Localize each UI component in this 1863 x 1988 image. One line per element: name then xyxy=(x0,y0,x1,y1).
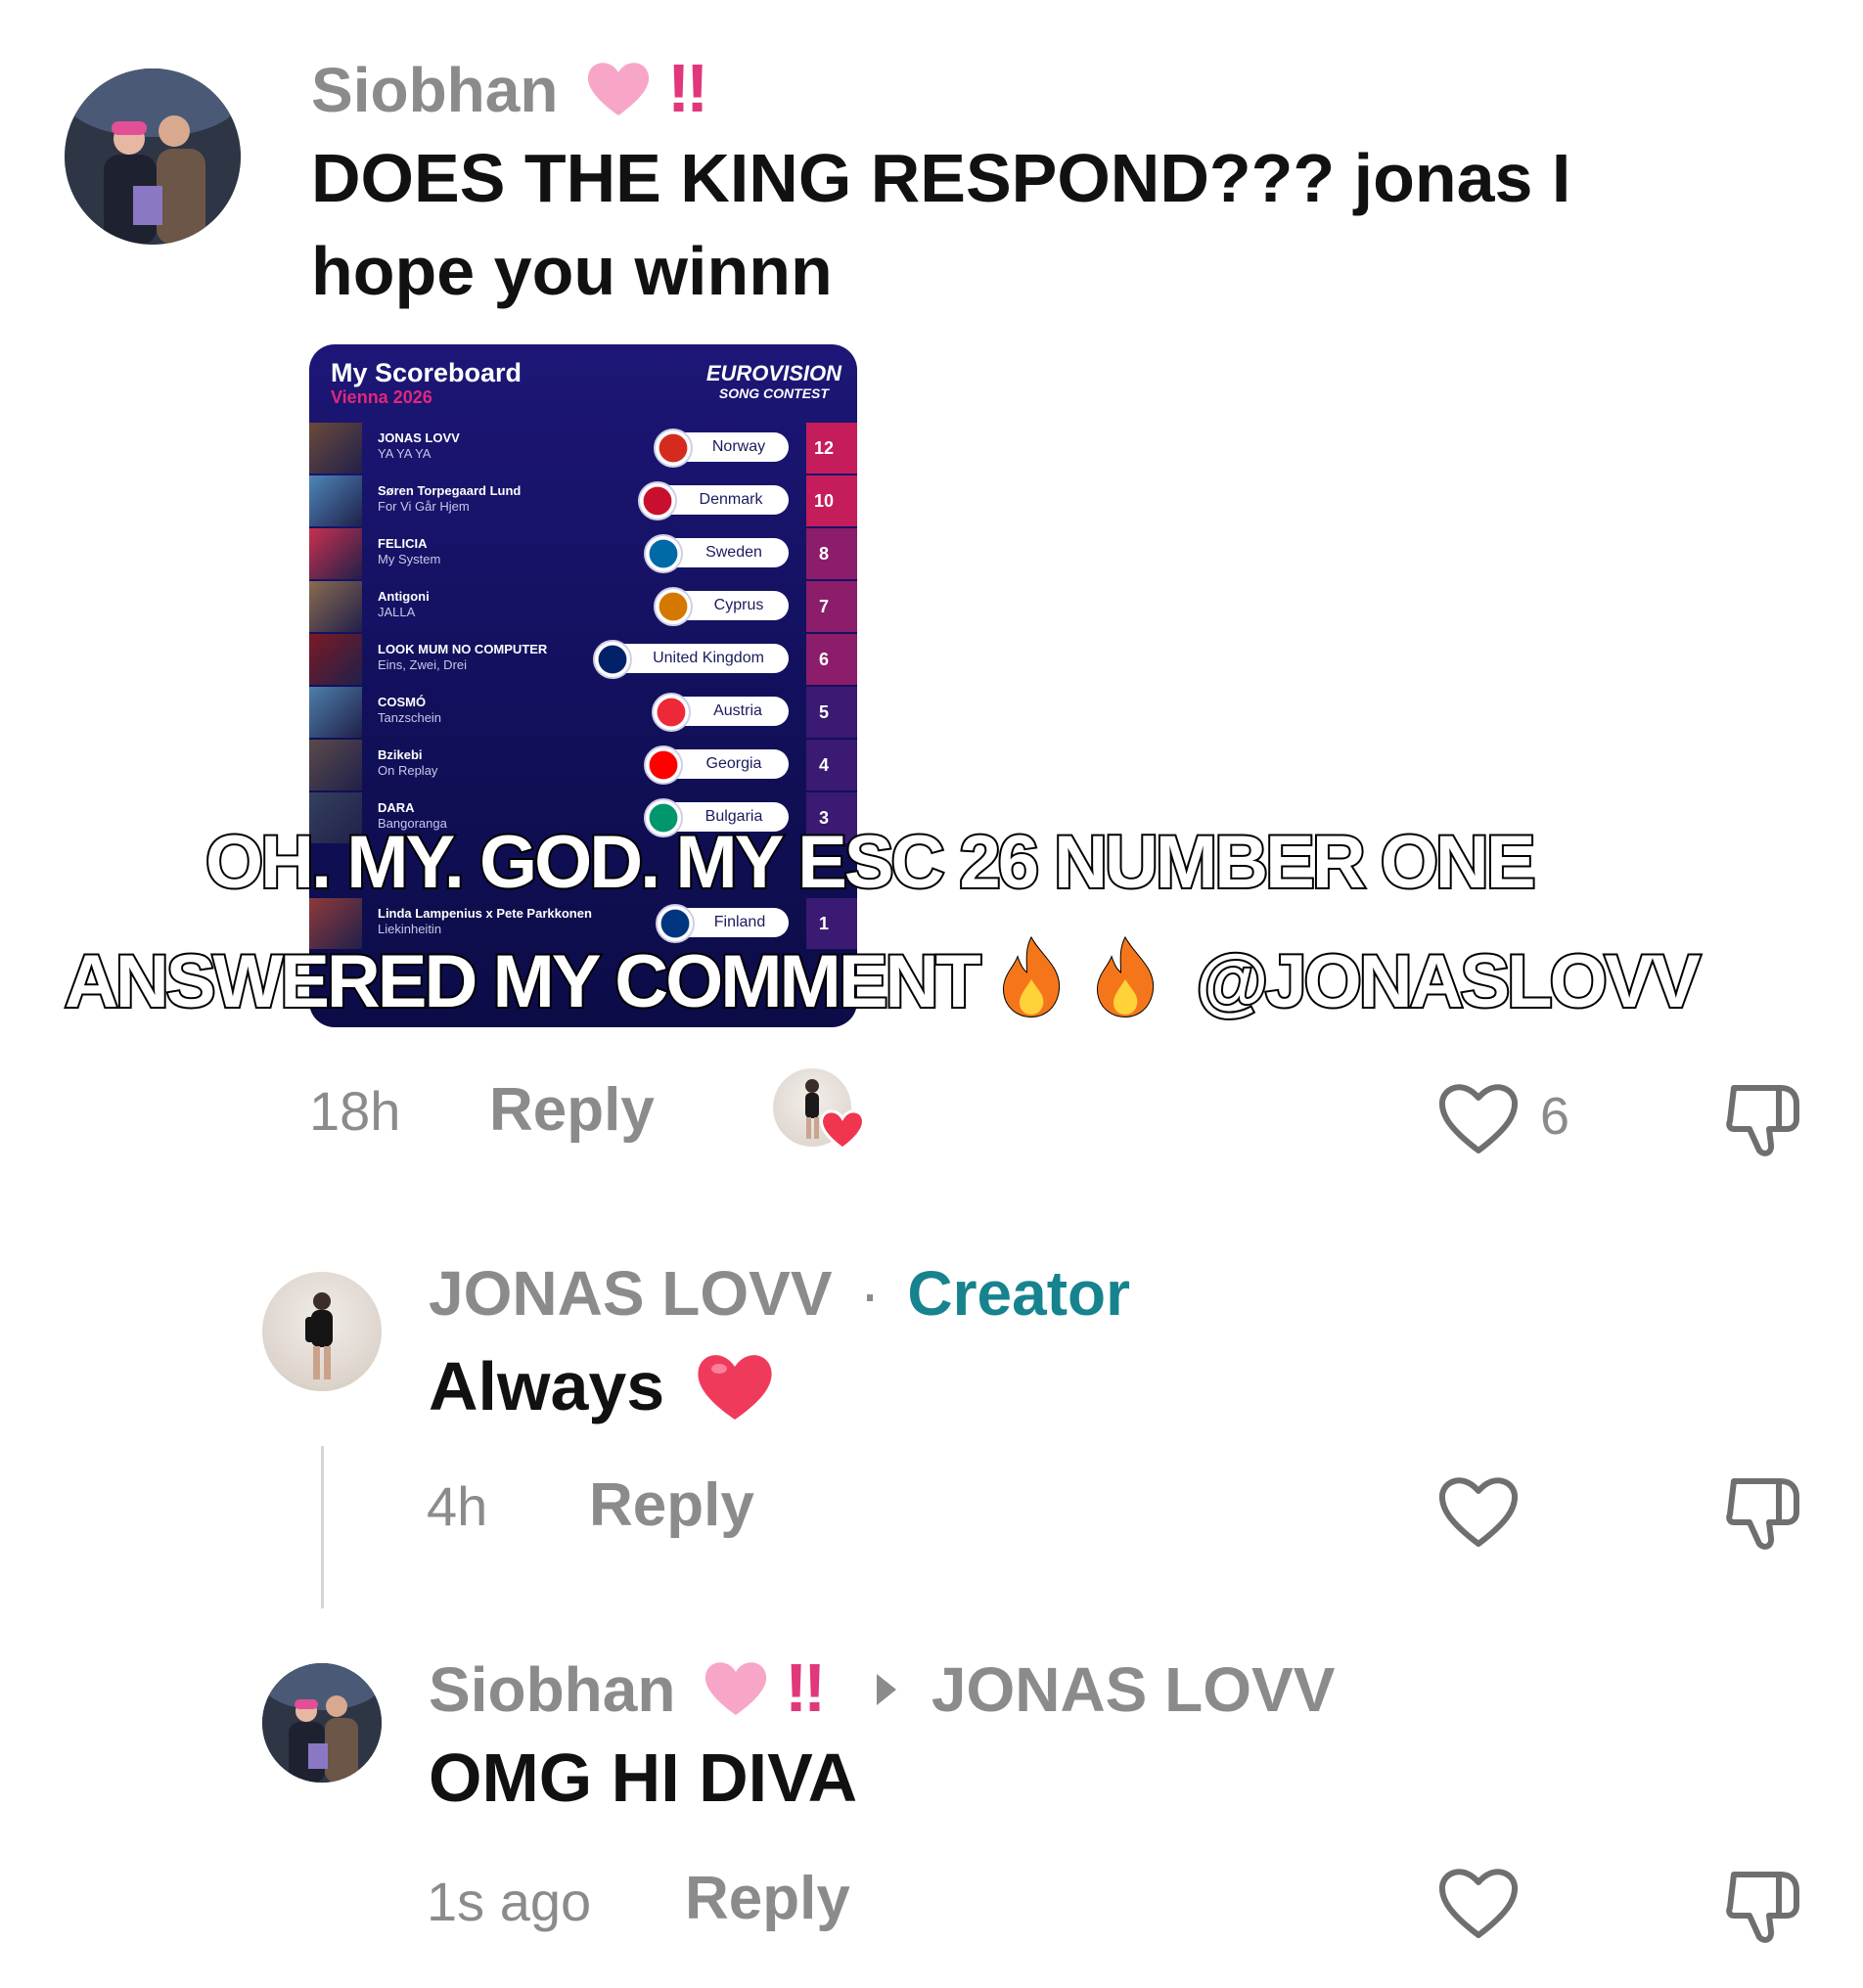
comment-text-content: Always xyxy=(429,1348,665,1424)
artist-photo xyxy=(309,740,362,791)
username-text[interactable]: Siobhan xyxy=(311,55,558,125)
avatar[interactable] xyxy=(262,1663,382,1783)
like-heart-icon[interactable] xyxy=(1436,1078,1521,1156)
comment-text: DOES THE KING RESPOND??? jonas I hope yo… xyxy=(311,140,1571,309)
username-text[interactable]: JONAS LOVV xyxy=(429,1258,833,1329)
points-value: 6 xyxy=(818,650,829,669)
artist-name: LOOK MUM NO COMPUTER xyxy=(378,642,548,656)
reply-to-username[interactable]: JONAS LOVV xyxy=(932,1654,1336,1725)
overlay-caption-line-2: ANSWERED MY COMMENT @JONASLOVV xyxy=(63,934,1703,1025)
red-heart-icon xyxy=(820,1109,865,1151)
country-flag-icon xyxy=(644,534,683,573)
artist-photo xyxy=(309,528,362,579)
points-value: 7 xyxy=(818,597,829,616)
country-flag-icon xyxy=(654,587,693,626)
scoreboard-row: Søren Torpegaard Lund For Vi Går Hjem Denm… xyxy=(309,475,857,526)
avatar-photo xyxy=(262,1663,382,1783)
eurovision-logo: EUROVISION SONG CONTEST xyxy=(705,361,841,403)
scoreboard-row: COSMÓ Tanzschein Austria 5 xyxy=(309,687,857,738)
scoreboard-subtitle: Vienna 2026 xyxy=(331,387,432,407)
scoreboard-title: My Scoreboard xyxy=(331,358,523,387)
fire-icon xyxy=(1097,935,1155,1018)
username-text[interactable]: Siobhan xyxy=(429,1654,675,1725)
artist-photo xyxy=(309,634,362,685)
dislike-icon[interactable] xyxy=(1722,1076,1804,1158)
song-title: JALLA xyxy=(378,605,416,619)
points-value: 10 xyxy=(813,491,835,511)
artist-name: Antigoni xyxy=(378,589,430,604)
scoreboard-row: Antigoni JALLA Cyprus 7 xyxy=(309,581,857,632)
scoreboard-row: Bzikebi On Replay Georgia 4 xyxy=(309,740,857,791)
artist-name: Linda Lampenius x Pete Parkkonen xyxy=(378,906,592,921)
country-flag-icon xyxy=(654,429,693,468)
like-heart-icon[interactable] xyxy=(1436,1863,1521,1941)
separator-dot: · xyxy=(859,1258,881,1329)
artist-name: Bzikebi xyxy=(378,747,423,762)
avatar-photo xyxy=(305,1292,333,1379)
artist-photo xyxy=(309,475,362,526)
scoreboard-row: LOOK MUM NO COMPUTER Eins, Zwei, Drei Unit… xyxy=(309,634,857,685)
song-title: On Replay xyxy=(378,763,438,778)
artist-name: FELICIA xyxy=(378,536,428,551)
creator-liked-badge xyxy=(773,1068,871,1156)
reply-button[interactable]: Reply xyxy=(589,1475,754,1536)
points-value: 8 xyxy=(818,544,829,564)
pink-heart-icon xyxy=(705,1662,767,1715)
like-count: 6 xyxy=(1540,1087,1570,1146)
points-value: 5 xyxy=(818,702,829,722)
caret-right-icon xyxy=(877,1674,897,1705)
points-value: 4 xyxy=(818,755,829,775)
country-flag-icon xyxy=(652,693,691,732)
artist-name: JONAS LOVV xyxy=(378,430,460,445)
reply-button[interactable]: Reply xyxy=(489,1080,655,1141)
creator-badge: Creator xyxy=(907,1258,1131,1329)
scoreboard-row: FELICIA My System Sweden 8 xyxy=(309,528,857,579)
dislike-icon[interactable] xyxy=(1722,1469,1804,1552)
comment-text: OMG HI DIVA xyxy=(429,1740,858,1816)
comment-time: 4h xyxy=(427,1475,488,1537)
double-exclamation-icon: ‼ xyxy=(667,50,709,126)
points-value: 12 xyxy=(813,438,835,458)
logo-line-1: EUROVISION xyxy=(705,361,841,385)
comment-text: Always xyxy=(429,1340,776,1433)
logo-line-2: SONG CONTEST xyxy=(718,385,829,401)
dislike-icon[interactable] xyxy=(1722,1863,1804,1945)
avatar[interactable] xyxy=(262,1272,382,1391)
country-flag-icon xyxy=(644,746,683,785)
song-title: YA YA YA xyxy=(378,446,432,461)
reply-button[interactable]: Reply xyxy=(685,1869,850,1929)
song-title: Eins, Zwei, Drei xyxy=(378,657,468,672)
comment-time: 1s ago xyxy=(427,1871,592,1932)
overlay-caption-line-1: OH. MY. GOD. MY ESC 26 NUMBER ONE xyxy=(204,819,1538,906)
pink-heart-icon xyxy=(588,63,650,115)
overlay-handle: @JONASLOVV xyxy=(1194,938,1703,1025)
comment-time: 18h xyxy=(309,1080,401,1142)
like-heart-icon[interactable] xyxy=(1436,1471,1521,1550)
avatar-photo xyxy=(65,68,241,245)
artist-name: DARA xyxy=(378,800,415,815)
comment-username[interactable]: Siobhan ‼ xyxy=(311,54,708,122)
fire-icon xyxy=(1002,935,1060,1018)
song-title: Tanzschein xyxy=(378,710,442,725)
country-pill: United Kingdom xyxy=(611,644,789,673)
artist-photo xyxy=(309,687,362,738)
red-heart-icon xyxy=(698,1355,772,1420)
thread-line xyxy=(321,1446,324,1608)
avatar[interactable] xyxy=(65,68,241,245)
artist-photo xyxy=(309,423,362,474)
artist-photo xyxy=(309,581,362,632)
scoreboard-row: JONAS LOVV YA YA YA Norway 12 xyxy=(309,423,857,474)
scoreboard-image[interactable]: My Scoreboard Vienna 2026 EUROVISION SON… xyxy=(309,344,857,1027)
artist-name: Søren Torpegaard Lund xyxy=(378,483,522,498)
comment-username[interactable]: JONAS LOVV · Creator xyxy=(429,1262,1130,1325)
country-flag-icon xyxy=(638,481,677,520)
song-title: My System xyxy=(378,552,441,566)
comment-username[interactable]: Siobhan ‼ JONAS LOVV xyxy=(429,1653,1335,1722)
overlay-caption-text: ANSWERED MY COMMENT xyxy=(63,938,983,1025)
song-title: For Vi Går Hjem xyxy=(378,499,470,514)
artist-name: COSMÓ xyxy=(378,695,427,709)
double-exclamation-icon: ‼ xyxy=(785,1649,827,1726)
country-flag-icon xyxy=(593,640,632,679)
